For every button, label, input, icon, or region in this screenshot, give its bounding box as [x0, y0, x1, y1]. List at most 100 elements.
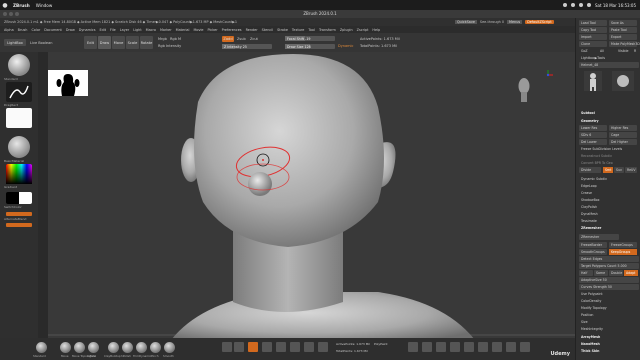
brush-move-topological[interactable]	[74, 342, 85, 353]
m-button[interactable]: M	[178, 37, 181, 41]
axis-gizmo[interactable]	[543, 70, 553, 80]
crease-item[interactable]: Crease	[579, 190, 639, 196]
tool-button-2[interactable]	[234, 342, 244, 352]
lower-res-button[interactable]: Lower Res	[579, 125, 607, 131]
zadd-button[interactable]: Zadd	[222, 36, 234, 42]
menu-dynamics[interactable]: Dynamics	[79, 28, 96, 32]
import-button[interactable]: Import	[579, 34, 607, 40]
zsub-button[interactable]: Zsub	[237, 37, 246, 41]
divide-button[interactable]: Divide	[579, 167, 601, 173]
navigation-gizmo[interactable]	[516, 74, 532, 104]
zremesher-button[interactable]: ZRemesher	[579, 234, 619, 240]
copy-tool-button[interactable]: Copy Tool	[579, 27, 607, 33]
suv-toggle[interactable]: Suv	[614, 167, 624, 173]
tool-name[interactable]: Helmet_48	[579, 62, 639, 68]
size-item[interactable]: Size	[579, 319, 639, 325]
rgb-button[interactable]: Rgb	[170, 37, 177, 41]
brush-move[interactable]	[60, 342, 71, 353]
rgb-intensity-slider[interactable]: Rgb Intensity	[158, 44, 181, 48]
reuv-toggle[interactable]: ReUV	[625, 167, 637, 173]
brush-thumbnail[interactable]	[8, 54, 30, 76]
color-picker[interactable]	[6, 164, 32, 184]
tool-button-15[interactable]	[492, 342, 502, 352]
alternate-button[interactable]	[6, 212, 32, 216]
half-button[interactable]: Half	[579, 270, 593, 276]
dynamic-subdiv-item[interactable]: Dynamic Subdiv	[579, 176, 639, 182]
higher-res-button[interactable]: Higher Res	[609, 125, 637, 131]
tool-thumbnail[interactable]	[584, 71, 602, 91]
brush-standard[interactable]	[36, 342, 47, 353]
menu-edit[interactable]: Edit	[99, 28, 106, 32]
goz-button[interactable]: GoZ	[579, 48, 597, 54]
sdiv-slider[interactable]: SDiv 6	[579, 132, 607, 138]
tool-button-9[interactable]	[408, 342, 418, 352]
save-as-button[interactable]: Save As	[609, 20, 637, 26]
r-button[interactable]: R	[632, 48, 638, 54]
make-polymesh-button[interactable]: Make PolyMesh3D	[609, 41, 640, 47]
freeze-groups-button[interactable]: FreezeGroups	[609, 242, 637, 248]
menu-draw[interactable]: Draw	[66, 28, 75, 32]
shadowbox-item[interactable]: ShadowBox	[579, 197, 639, 203]
clone-button[interactable]: Clone	[579, 41, 607, 47]
menu-zplugin[interactable]: Zplugin	[340, 28, 353, 32]
brush-inflate[interactable]	[88, 342, 99, 353]
tool-thumbnail-2[interactable]	[612, 71, 634, 91]
tool-button-10[interactable]	[422, 342, 432, 352]
subtool-header[interactable]: Subtool	[579, 110, 639, 116]
menu-alpha[interactable]: Alpha	[4, 28, 14, 32]
tool-button-1[interactable]	[222, 342, 232, 352]
detect-edges-button[interactable]: Detect Edges	[579, 256, 639, 262]
tool-button-5[interactable]	[276, 342, 286, 352]
thick-skin-header[interactable]: Thick Skin	[579, 348, 639, 354]
scale-button[interactable]: Scale	[126, 36, 139, 49]
status-icon[interactable]	[563, 3, 568, 7]
menu-document[interactable]: Document	[44, 28, 62, 32]
texture-off-button[interactable]	[6, 223, 32, 227]
all-button[interactable]: All	[598, 48, 616, 54]
convert-bpr-button[interactable]: Convert BPR To Geo	[579, 160, 639, 166]
tool-button-8[interactable]	[318, 342, 328, 352]
position-item[interactable]: Position	[579, 312, 639, 318]
curves-strength-slider[interactable]: Curves Strength 50	[579, 284, 639, 290]
array-mesh-header[interactable]: ArrayMesh	[579, 334, 639, 340]
menu-brush[interactable]: Brush	[18, 28, 28, 32]
draw-button[interactable]: Draw	[98, 36, 111, 49]
menu-macro[interactable]: Macro	[146, 28, 156, 32]
menu-preferences[interactable]: Preferences	[222, 28, 242, 32]
tool-button-4[interactable]	[262, 342, 272, 352]
menu-app-name[interactable]: ZBrush	[10, 3, 33, 8]
double-button[interactable]: Double	[609, 270, 623, 276]
lightbox-button[interactable]: LightBox	[4, 39, 26, 46]
tool-button-13[interactable]	[464, 342, 474, 352]
del-higher-button[interactable]: Del Higher	[609, 139, 637, 145]
adapt-button[interactable]: Adapt	[624, 270, 638, 276]
freeze-border-button[interactable]: FreezeBorder	[579, 242, 607, 248]
mrgb-button[interactable]: Mrgb	[158, 37, 167, 41]
export-button[interactable]: Export	[609, 34, 637, 40]
same-button[interactable]: Same	[594, 270, 608, 276]
dynamic-toggle[interactable]: Dynamic	[338, 44, 353, 48]
brush-smooth[interactable]	[164, 342, 175, 353]
live-boolean-button[interactable]: Live Boolean	[30, 41, 52, 45]
edgeloop-item[interactable]: EdgeLoop	[579, 183, 639, 189]
default-zscript-button[interactable]: DefaultZScript	[525, 19, 554, 24]
polypaint-toggle[interactable]: PolyPaint	[374, 342, 388, 346]
move-button[interactable]: Move	[112, 36, 125, 49]
menu-light[interactable]: Light	[133, 28, 141, 32]
tool-button-14[interactable]	[478, 342, 488, 352]
nanomesh-header[interactable]: NanoMesh	[579, 341, 639, 347]
adaptive-size-slider[interactable]: AdaptiveSize 50	[579, 277, 639, 283]
del-lower-button[interactable]: Del Lower	[579, 139, 607, 145]
stroke-thumbnail[interactable]	[6, 82, 32, 102]
quicksave-button[interactable]: QuickSave	[455, 19, 477, 24]
menu-window[interactable]: Window	[33, 3, 56, 8]
use-polypaint-button[interactable]: Use Polypaint	[579, 291, 639, 297]
search-icon[interactable]	[579, 3, 584, 7]
menu-tool[interactable]: Tool	[308, 28, 315, 32]
tool-button-16[interactable]	[506, 342, 516, 352]
main-secondary-color[interactable]	[6, 192, 32, 204]
tool-button-7[interactable]	[304, 342, 314, 352]
load-tool-button[interactable]: Load Tool	[579, 20, 607, 26]
zremesher-header[interactable]: ZRemesher	[579, 225, 639, 231]
zcut-button[interactable]: Zcut	[250, 37, 258, 41]
